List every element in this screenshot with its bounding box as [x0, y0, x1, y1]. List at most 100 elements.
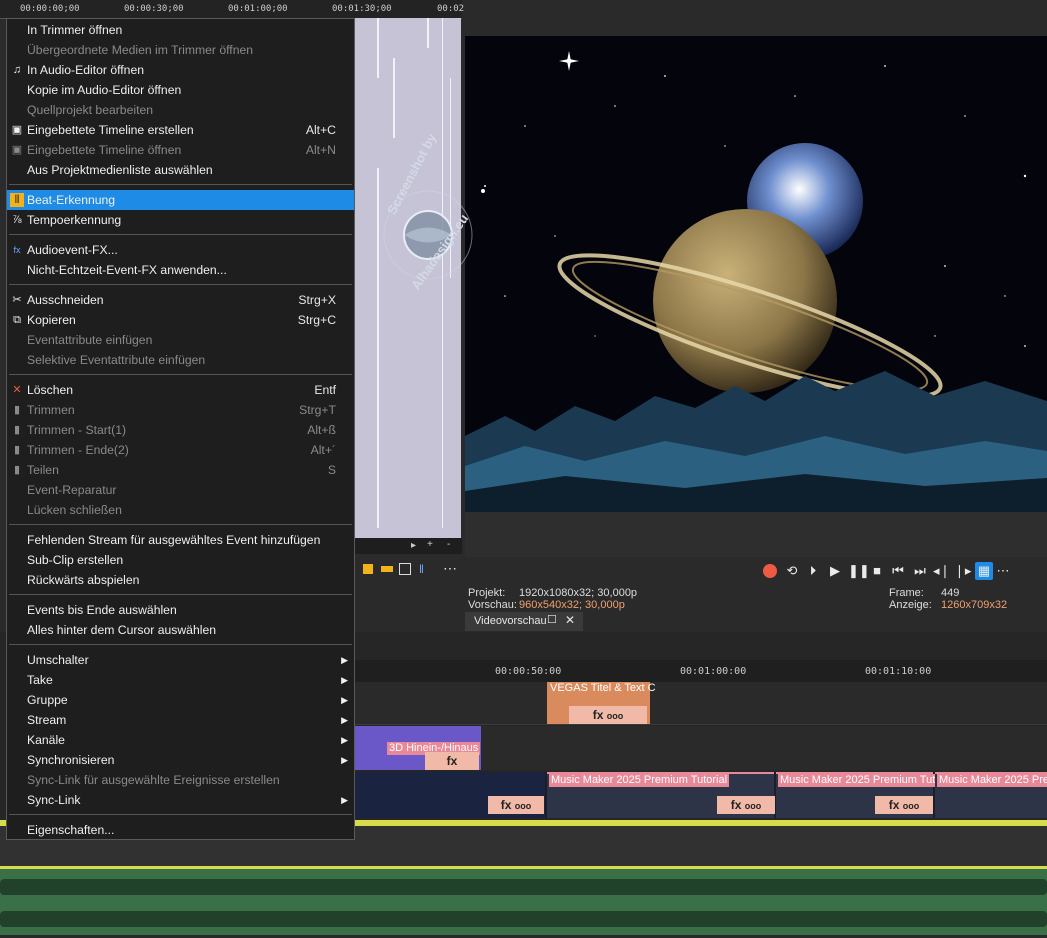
- menu-item-label: Eingebettete Timeline erstellen: [27, 123, 194, 137]
- preview-value: 960x540x32; 30,000p: [519, 599, 625, 611]
- menu-item[interactable]: Take ▶: [7, 670, 354, 690]
- menu-separator: [9, 184, 352, 185]
- fx-label: fx: [888, 798, 900, 812]
- menu-item[interactable]: ✕ Löschen Entf: [7, 380, 354, 400]
- submenu-arrow-icon: ▶: [341, 695, 348, 705]
- menu-item[interactable]: Nicht-Echtzeit-Event-FX anwenden...: [7, 260, 354, 280]
- event-label: Music Maker 2025 Premium Tutorial: [549, 774, 730, 787]
- menu-item[interactable]: Alles hinter dem Cursor auswählen: [7, 620, 354, 640]
- next-frame-button[interactable]: ❘▸: [954, 562, 971, 580]
- menu-item[interactable]: Sub-Clip erstellen: [7, 550, 354, 570]
- preview-toolbar-area: [465, 0, 1047, 36]
- menu-item[interactable]: Kopie im Audio-Editor öffnen: [7, 80, 354, 100]
- menu-item-shortcut: Alt+C: [305, 123, 336, 137]
- menu-item[interactable]: ✂ Ausschneiden Strg+X: [7, 290, 354, 310]
- menu-item[interactable]: Fehlenden Stream für ausgewähltes Event …: [7, 530, 354, 550]
- menu-item-label: Beat-Erkennung: [27, 193, 116, 207]
- menu-item[interactable]: Events bis Ende auswählen: [7, 600, 354, 620]
- zoom-in-icon[interactable]: +: [427, 539, 433, 550]
- nested-timeline-icon: ▣: [11, 124, 23, 136]
- close-icon[interactable]: ✕: [565, 613, 575, 627]
- fx-label: fx: [592, 708, 604, 722]
- menu-item[interactable]: Gruppe ▶: [7, 690, 354, 710]
- more-icon[interactable]: ⋯: [995, 562, 1011, 580]
- menu-item-label: Take: [27, 673, 53, 687]
- intro-event[interactable]: 3D Hinein-/Hinaus fx: [355, 726, 481, 770]
- event-fx-button[interactable]: fx ooo: [717, 796, 775, 814]
- menu-item[interactable]: ⅞ Tempoerkennung: [7, 210, 354, 230]
- menu-item[interactable]: Kanäle ▶: [7, 730, 354, 750]
- event-fx-button[interactable]: fx ooo: [875, 796, 933, 814]
- trimmer-scrollbar[interactable]: ▸ + -: [355, 538, 462, 554]
- video-event[interactable]: Music Maker 2025 Premi: [935, 772, 1047, 818]
- go-to-start-button[interactable]: ⏮: [890, 562, 906, 580]
- menu-item[interactable]: In Trimmer öffnen: [7, 20, 354, 40]
- timeline-ruler[interactable]: 00:00:50:00 00:01:00:00 00:01:10:00: [355, 660, 1047, 682]
- menu-item-label: Teilen: [27, 463, 59, 477]
- submenu-arrow-icon: ▶: [341, 655, 348, 665]
- menu-item-label: Umschalter: [27, 653, 89, 667]
- menu-item-label: Eigenschaften...: [27, 823, 115, 837]
- event-fx-button[interactable]: fx: [425, 752, 479, 770]
- menu-item-label: Events bis Ende auswählen: [27, 603, 177, 617]
- menu-item-label: Eventattribute einfügen: [27, 333, 153, 347]
- menu-item[interactable]: fx Audioevent-FX...: [7, 240, 354, 260]
- menu-item[interactable]: Eigenschaften...: [7, 820, 354, 840]
- nested-timeline-open-icon: ▣: [11, 144, 23, 156]
- preview-mode-button[interactable]: ▦: [975, 562, 993, 580]
- stop-button[interactable]: ■: [869, 562, 885, 580]
- menu-item-label: Event-Reparatur: [27, 483, 117, 497]
- menu-separator: [9, 594, 352, 595]
- menu-item[interactable]: Aus Projektmedienliste auswählen: [7, 160, 354, 180]
- pause-button[interactable]: ❚❚: [848, 562, 870, 580]
- zoom-out-icon[interactable]: -: [447, 539, 450, 550]
- menu-item-label: Quellprojekt bearbeiten: [27, 103, 154, 117]
- menu-item[interactable]: ▣ Eingebettete Timeline erstellen Alt+C: [7, 120, 354, 140]
- audio-track[interactable]: [0, 869, 1047, 935]
- undock-icon[interactable]: ☐: [547, 613, 557, 626]
- record-button[interactable]: [763, 564, 777, 578]
- beat-marker-icon[interactable]: ‖: [419, 562, 424, 576]
- menu-separator: [9, 374, 352, 375]
- display-value: 1260x709x32: [941, 599, 1008, 611]
- menu-separator: [9, 644, 352, 645]
- region-icon[interactable]: [381, 566, 393, 572]
- menu-item[interactable]: ♫ In Audio-Editor öffnen: [7, 60, 354, 80]
- display-label: Anzeige:: [889, 599, 932, 611]
- menu-item-label: Löschen: [27, 383, 74, 397]
- preview-frame-image: [465, 36, 1047, 512]
- fx-label: fx: [500, 798, 512, 812]
- menu-item-label: Sync-Link: [27, 793, 81, 807]
- menu-item[interactable]: ⧉ Kopieren Strg+C: [7, 310, 354, 330]
- menu-item[interactable]: Rückwärts abspielen: [7, 570, 354, 590]
- menu-item[interactable]: Synchronisieren ▶: [7, 750, 354, 770]
- title-event[interactable]: VEGAS Titel & Text C fx ooo: [547, 682, 656, 724]
- menu-item: ▮ Trimmen - Ende(2) Alt+´: [7, 440, 354, 460]
- menu-item-label: Selektive Eventattribute einfügen: [27, 353, 206, 367]
- fx-label: fx: [730, 798, 742, 812]
- submenu-arrow-icon: ▶: [341, 675, 348, 685]
- event-fx-button[interactable]: fx ooo: [488, 796, 544, 814]
- play-from-start-button[interactable]: ⏵: [805, 562, 821, 580]
- menu-item[interactable]: Sync-Link ▶: [7, 790, 354, 810]
- event-fx-button[interactable]: fx ooo: [569, 706, 647, 724]
- frame-label: Frame:: [889, 587, 924, 599]
- more-icon[interactable]: ⋯: [443, 560, 457, 577]
- ruler-tick: 00:00:30;00: [124, 4, 184, 14]
- menu-item-label: Lücken schließen: [27, 503, 122, 517]
- go-to-end-button[interactable]: ⏭: [912, 562, 928, 580]
- beat-detection-icon: ⫴: [10, 193, 24, 207]
- menu-separator: [9, 814, 352, 815]
- loop-button[interactable]: ⟲: [783, 562, 801, 580]
- intro-track: 3D Hinein-/Hinaus fx: [355, 726, 1047, 770]
- scroll-right-icon[interactable]: ▸: [411, 540, 416, 551]
- previous-frame-button[interactable]: ◂❘: [933, 562, 950, 580]
- tab-videovorschau[interactable]: Videovorschau ☐ ✕: [465, 612, 583, 631]
- trimmer-ruler[interactable]: 00:00:00;00 00:00:30;00 00:01:00;00 00:0…: [0, 0, 464, 19]
- snapshot-icon[interactable]: [399, 563, 411, 575]
- marker-icon[interactable]: [363, 564, 373, 574]
- menu-item[interactable]: ⫴ Beat-Erkennung: [7, 190, 354, 210]
- menu-item[interactable]: Stream ▶: [7, 710, 354, 730]
- menu-item[interactable]: Umschalter ▶: [7, 650, 354, 670]
- play-button[interactable]: ▶: [827, 562, 843, 580]
